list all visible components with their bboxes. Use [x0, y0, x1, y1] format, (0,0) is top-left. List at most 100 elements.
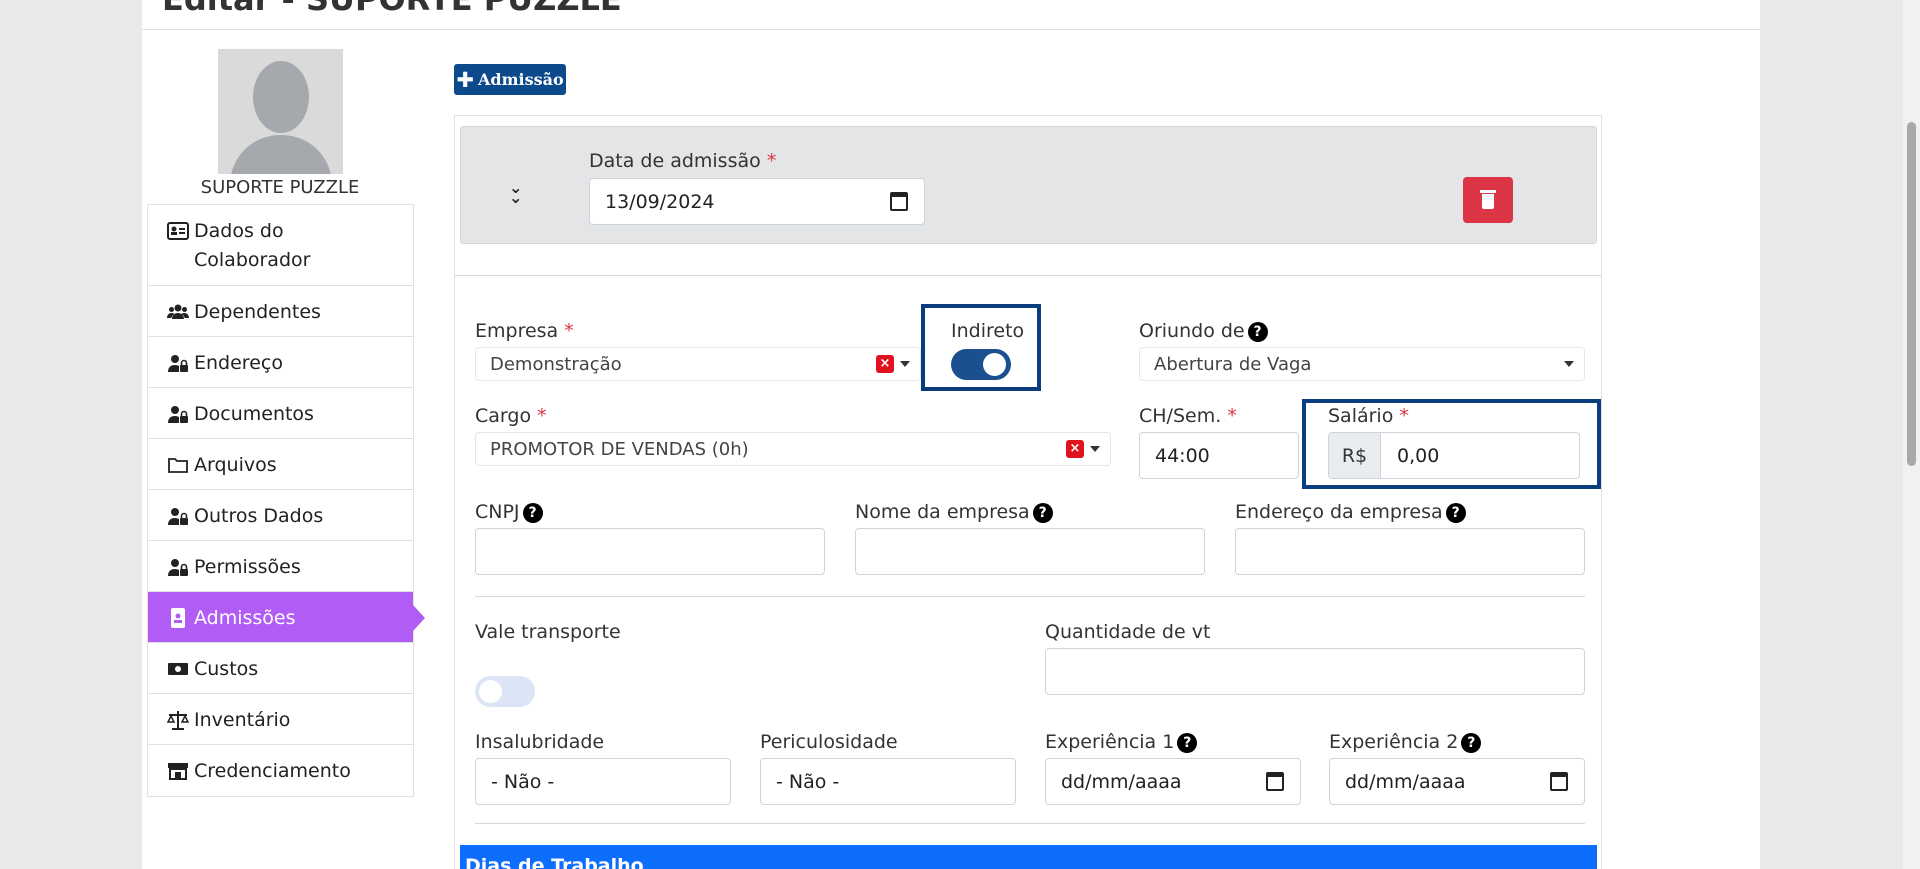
sidebar-item-label: Dependentes [194, 301, 321, 323]
oriundo-label: Oriundo de? [1139, 320, 1268, 342]
add-admission-button[interactable]: ✚ Admissão [454, 64, 566, 95]
sidebar-item-admissoes[interactable]: Admissões [148, 592, 425, 643]
experiencia-1-label: Experiência 1? [1045, 731, 1198, 753]
help-icon[interactable]: ? [1032, 503, 1053, 523]
date-admission-input[interactable]: 13/09/2024 [589, 178, 925, 225]
cargo-value: PROMOTOR DE VENDAS (0h) [490, 438, 749, 460]
delete-admission-button[interactable] [1463, 177, 1513, 223]
folder-icon [168, 458, 188, 473]
insalubridade-value: - Não - [491, 770, 555, 793]
admission-card-header: ⌄ ⌄ Data de admissão * 13/09/2024 [460, 126, 1597, 244]
sidebar-item-label: Arquivos [194, 454, 277, 476]
store-icon [168, 763, 188, 780]
insalubridade-label: Insalubridade [475, 731, 605, 753]
id-badge-icon [171, 608, 185, 628]
add-admission-label: Admissão [477, 70, 564, 89]
vale-transporte-toggle[interactable] [475, 676, 535, 707]
sidebar-item-label: Endereço [194, 352, 283, 374]
sidebar-item-custos[interactable]: Custos [148, 643, 413, 694]
calendar-icon[interactable] [1550, 772, 1568, 791]
page-container: Editar - SUPORTE PUZZLE SUPORTE PUZZLE D… [142, 0, 1760, 869]
indireto-label: Indireto [951, 320, 1025, 342]
sidebar-item-inventario[interactable]: Inventário [148, 694, 413, 745]
dias-trabalho-header[interactable]: Dias de Trabalho [460, 845, 1597, 869]
sidebar-item-dependentes[interactable]: Dependentes [148, 286, 413, 337]
experiencia-1-input[interactable]: dd/mm/aaaa [1045, 758, 1301, 805]
sidebar-item-label: Credenciamento [194, 760, 351, 782]
clear-icon[interactable]: × [1066, 440, 1084, 458]
cnpj-input[interactable] [475, 528, 825, 575]
chevron-down-icon[interactable] [1090, 446, 1100, 452]
money-icon [168, 663, 188, 675]
oriundo-select[interactable]: Abertura de Vaga [1139, 347, 1585, 381]
trash-icon [1480, 190, 1496, 193]
salario-value: 0,00 [1397, 444, 1440, 467]
cargo-select[interactable]: PROMOTOR DE VENDAS (0h) × [475, 432, 1111, 466]
chevron-down-icon[interactable] [1564, 361, 1574, 367]
user-lock-icon [168, 508, 188, 525]
users-icon [167, 304, 189, 319]
experiencia-2-input[interactable]: dd/mm/aaaa [1329, 758, 1585, 805]
avatar [218, 49, 343, 174]
chevron-down-icon[interactable] [900, 361, 910, 367]
sidebar-item-dados-colaborador[interactable]: Dados do Colaborador [148, 205, 413, 286]
sidebar-item-outros-dados[interactable]: Outros Dados [148, 490, 413, 541]
help-icon[interactable]: ? [1247, 322, 1268, 342]
user-lock-icon [168, 355, 188, 372]
divider [475, 823, 1585, 824]
clear-icon[interactable]: × [876, 355, 894, 373]
sidebar-item-label: Admissões [194, 607, 296, 629]
sidebar-menu: Dados do Colaborador Dependentes Endereç… [147, 204, 425, 797]
sidebar-item-arquivos[interactable]: Arquivos [148, 439, 413, 490]
periculosidade-select[interactable]: - Não - [760, 758, 1016, 805]
ch-sem-label: CH/Sem. * [1139, 405, 1237, 427]
divider [455, 275, 1601, 276]
indireto-toggle[interactable] [951, 349, 1011, 380]
calendar-icon[interactable] [890, 192, 908, 211]
admission-card: ⌄ ⌄ Data de admissão * 13/09/2024 Empresa… [454, 115, 1602, 869]
cargo-label: Cargo * [475, 405, 547, 427]
plus-icon: ✚ [456, 67, 474, 92]
sidebar-item-endereco[interactable]: Endereço [148, 337, 413, 388]
scrollbar-thumb[interactable] [1907, 122, 1916, 466]
date-admission-label: Data de admissão * [589, 150, 777, 172]
empresa-label: Empresa * [475, 320, 574, 342]
sidebar-item-label: Permissões [194, 556, 301, 578]
salario-input[interactable]: R$ 0,00 [1328, 432, 1580, 479]
periculosidade-label: Periculosidade [760, 731, 898, 753]
profile-name: SUPORTE PUZZLE [200, 177, 360, 198]
sidebar-item-permissoes[interactable]: Permissões [148, 541, 413, 592]
date-admission-value: 13/09/2024 [605, 190, 715, 213]
vale-transporte-label: Vale transporte [475, 621, 621, 643]
calendar-icon[interactable] [1266, 772, 1284, 791]
sidebar-item-documentos[interactable]: Documentos [148, 388, 413, 439]
sidebar-item-label: Dados do Colaborador [194, 220, 311, 271]
cnpj-label: CNPJ? [475, 501, 543, 523]
nome-empresa-input[interactable] [855, 528, 1205, 575]
ch-sem-value: 44:00 [1155, 444, 1210, 467]
user-lock-icon [168, 406, 188, 423]
oriundo-value: Abertura de Vaga [1154, 353, 1312, 375]
help-icon[interactable]: ? [1445, 503, 1466, 523]
chevrons-down-icon[interactable]: ⌄ ⌄ [509, 180, 529, 206]
experiencia-2-placeholder: dd/mm/aaaa [1345, 770, 1466, 793]
insalubridade-select[interactable]: - Não - [475, 758, 731, 805]
empresa-select[interactable]: Demonstração × [475, 347, 921, 381]
sidebar-item-label: Custos [194, 658, 259, 680]
help-icon[interactable]: ? [522, 503, 543, 523]
sidebar-item-label: Documentos [194, 403, 314, 425]
help-icon[interactable]: ? [1461, 733, 1482, 753]
experiencia-1-placeholder: dd/mm/aaaa [1061, 770, 1182, 793]
nome-empresa-label: Nome da empresa? [855, 501, 1053, 523]
page-title: Editar - SUPORTE PUZZLE [162, 0, 622, 18]
salario-label: Salário * [1328, 405, 1409, 427]
sidebar-item-credenciamento[interactable]: Credenciamento [148, 745, 413, 796]
ch-sem-input[interactable]: 44:00 [1139, 432, 1299, 479]
scale-icon [167, 711, 189, 730]
periculosidade-value: - Não - [776, 770, 840, 793]
experiencia-2-label: Experiência 2? [1329, 731, 1482, 753]
endereco-empresa-input[interactable] [1235, 528, 1585, 575]
currency-prefix: R$ [1329, 433, 1381, 478]
help-icon[interactable]: ? [1177, 733, 1198, 753]
quantidade-vt-input[interactable] [1045, 648, 1585, 695]
